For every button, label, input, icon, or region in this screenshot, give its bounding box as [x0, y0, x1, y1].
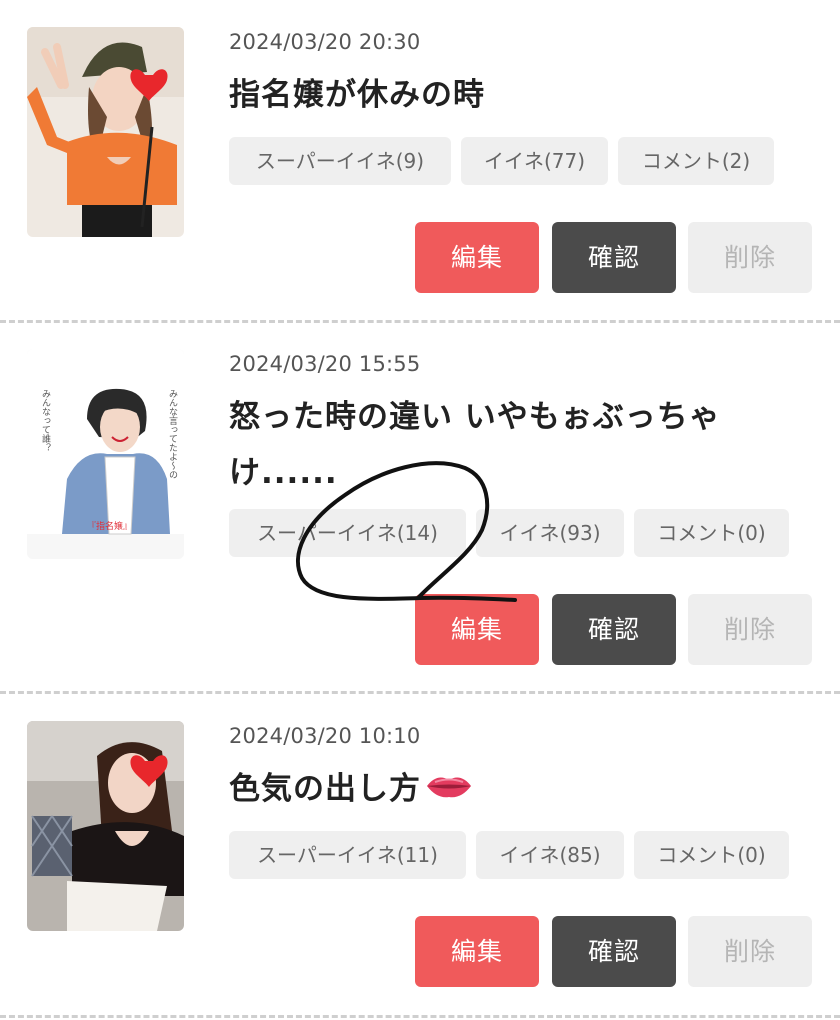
post-item: 『指名嬢』 みんな言ってたよ～の みんなって誰？ 2024/03/20 15:5… — [0, 322, 840, 665]
post-thumbnail[interactable] — [27, 27, 184, 237]
post-item: 2024/03/20 10:10 色気の出し方 スーパーイイネ(11) イイネ(… — [0, 694, 840, 994]
post-title[interactable]: 指名嬢が休みの時 — [229, 67, 814, 123]
post-thumbnail[interactable] — [27, 721, 184, 931]
super-like-chip[interactable]: スーパーイイネ(14) — [229, 509, 466, 557]
post-thumbnail[interactable]: 『指名嬢』 みんな言ってたよ～の みんなって誰？ — [27, 349, 184, 559]
post-date: 2024/03/20 15:55 — [229, 352, 421, 376]
photo-image — [27, 27, 184, 237]
comment-chip[interactable]: コメント(2) — [618, 137, 774, 185]
confirm-button[interactable]: 確認 — [552, 916, 676, 987]
comment-chip[interactable]: コメント(0) — [634, 509, 789, 557]
like-chip[interactable]: イイネ(93) — [476, 509, 624, 557]
edit-button[interactable]: 編集 — [415, 222, 539, 293]
thumb-vertical-text: みんなって誰？ — [40, 389, 51, 452]
super-like-chip[interactable]: スーパーイイネ(9) — [229, 137, 451, 185]
super-like-chip[interactable]: スーパーイイネ(11) — [229, 831, 466, 879]
lips-emoji-icon — [425, 763, 473, 819]
confirm-button[interactable]: 確認 — [552, 222, 676, 293]
comment-chip[interactable]: コメント(0) — [634, 831, 789, 879]
thumb-label-text: 『指名嬢』 — [87, 520, 132, 532]
like-chip[interactable]: イイネ(77) — [461, 137, 608, 185]
thumb-vertical-text: みんな言ってたよ～の — [167, 389, 178, 479]
delete-button[interactable]: 削除 — [688, 222, 812, 293]
like-chip[interactable]: イイネ(85) — [476, 831, 624, 879]
post-list: 2024/03/20 20:30 指名嬢が休みの時 スーパーイイネ(9) イイネ… — [0, 0, 840, 1020]
edit-button[interactable]: 編集 — [415, 916, 539, 987]
post-date: 2024/03/20 10:10 — [229, 724, 421, 748]
delete-button[interactable]: 削除 — [688, 916, 812, 987]
post-title-text: 色気の出し方 — [229, 771, 421, 807]
post-title[interactable]: 怒った時の違い いやもぉぶっちゃけ...... — [229, 389, 814, 501]
post-title[interactable]: 色気の出し方 — [229, 761, 814, 819]
dashed-divider — [0, 1015, 840, 1018]
confirm-button[interactable]: 確認 — [552, 594, 676, 665]
photo-image — [27, 721, 184, 931]
post-date: 2024/03/20 20:30 — [229, 30, 421, 54]
post-item: 2024/03/20 20:30 指名嬢が休みの時 スーパーイイネ(9) イイネ… — [0, 0, 840, 300]
edit-button[interactable]: 編集 — [415, 594, 539, 665]
illustration-image: 『指名嬢』 みんな言ってたよ～の みんなって誰？ — [27, 349, 184, 559]
delete-button[interactable]: 削除 — [688, 594, 812, 665]
